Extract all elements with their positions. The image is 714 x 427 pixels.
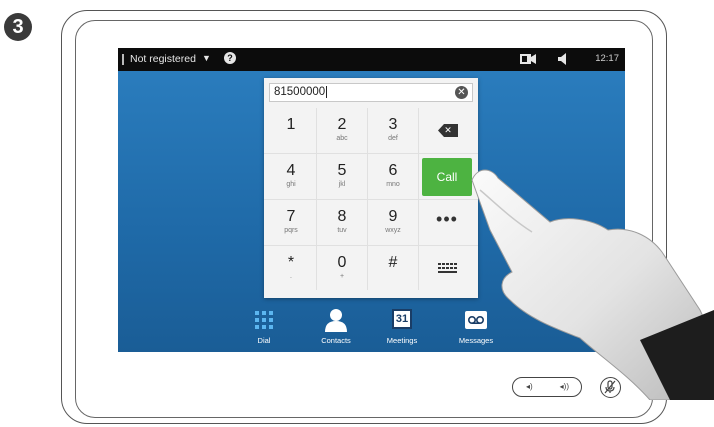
mute-microphone-icon: [604, 380, 616, 394]
dial-key-9[interactable]: 9 wxyz: [368, 200, 418, 245]
key-letters: def: [388, 135, 398, 142]
step-number-badge: 3: [4, 13, 32, 41]
key-digit: #: [388, 254, 398, 271]
dial-key-star[interactable]: *.: [266, 246, 316, 291]
calendar-icon: 31: [372, 306, 432, 334]
key-letters: mno: [386, 181, 400, 188]
text-caret: [326, 85, 328, 98]
tab-label: Dial: [257, 336, 271, 345]
key-letters: .: [290, 273, 292, 280]
dial-key-3[interactable]: 3 def: [368, 108, 418, 153]
chevron-down-icon[interactable]: ▼: [202, 53, 211, 63]
dial-key-6[interactable]: 6 mno: [368, 154, 418, 199]
key-letters: ghi: [286, 181, 296, 188]
pointing-hand-illustration: [471, 169, 714, 400]
key-letters: wxyz: [385, 227, 401, 234]
key-digit: 0: [337, 254, 347, 271]
key-digit: 4: [286, 162, 296, 179]
tab-meetings[interactable]: 31 Meetings: [372, 306, 432, 345]
contacts-icon: [306, 306, 366, 334]
key-letters: pqrs: [284, 227, 298, 234]
volume-up-icon[interactable]: ◂)): [560, 382, 569, 391]
dial-grid-icon: [234, 306, 294, 334]
key-digit: 1: [286, 116, 296, 133]
key-digit: 2: [337, 116, 347, 133]
backspace-icon: ✕: [438, 124, 458, 137]
dial-key-0[interactable]: 0 +: [317, 246, 367, 291]
status-bar: Not registered ▼ ? 12:17: [118, 48, 625, 71]
dial-key-4[interactable]: 4 ghi: [266, 154, 316, 199]
dial-key-5[interactable]: 5 jkl: [317, 154, 367, 199]
key-digit: 8: [337, 208, 347, 225]
volume-down-icon[interactable]: ◂): [526, 382, 533, 391]
key-digit: 6: [388, 162, 398, 179]
clear-input-icon[interactable]: ✕: [455, 86, 468, 99]
volume-control[interactable]: ◂) ◂)): [512, 377, 582, 397]
backspace-button[interactable]: ✕: [422, 112, 472, 150]
clock-time: 12:17: [595, 53, 619, 64]
dial-key-2[interactable]: 2 abc: [317, 108, 367, 153]
dial-number-value: 81500000: [274, 86, 326, 98]
calendar-day: 31: [392, 309, 412, 329]
selfview-camera-icon[interactable]: [520, 53, 536, 68]
microphone-mute-button[interactable]: [600, 377, 621, 398]
key-digit: *: [287, 254, 295, 271]
key-digit: 7: [286, 208, 296, 225]
key-digit: 5: [337, 162, 347, 179]
dial-number-input[interactable]: 81500000 ✕: [269, 83, 473, 102]
speaker-icon[interactable]: [558, 53, 568, 68]
dial-key-hash[interactable]: #: [368, 246, 418, 291]
registration-status[interactable]: Not registered: [130, 53, 196, 65]
key-digit: 9: [388, 208, 398, 225]
key-letters: abc: [336, 135, 348, 142]
tab-dial[interactable]: Dial: [234, 306, 294, 345]
key-digit: 3: [388, 116, 398, 133]
tab-contacts[interactable]: Contacts: [306, 306, 366, 345]
dial-key-8[interactable]: 8 tuv: [317, 200, 367, 245]
key-letters: jkl: [338, 181, 346, 188]
dial-key-7[interactable]: 7 pqrs: [266, 200, 316, 245]
status-indicator-bar: [122, 54, 124, 65]
key-letters: +: [339, 273, 345, 280]
help-icon[interactable]: ?: [224, 52, 236, 64]
dial-key-1[interactable]: 1: [266, 108, 316, 153]
key-letters: tuv: [337, 227, 347, 234]
tab-label: Contacts: [321, 336, 351, 345]
tab-label: Meetings: [386, 336, 418, 345]
